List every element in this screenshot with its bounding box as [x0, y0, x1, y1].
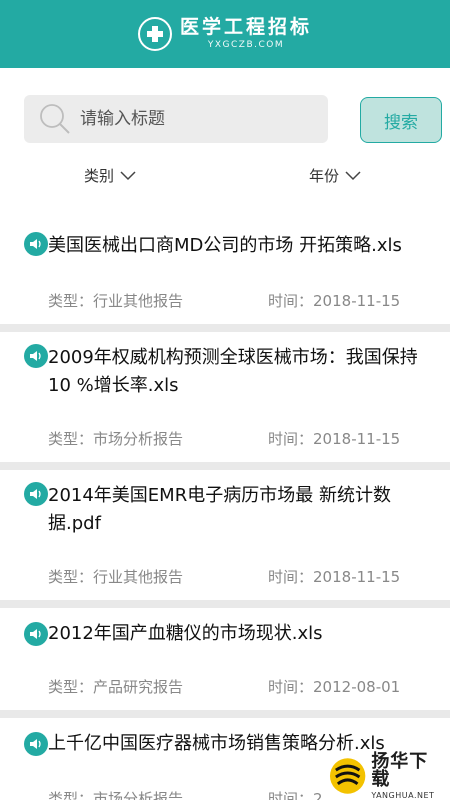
- list-item[interactable]: 2012年国产血糖仪的市场现状.xls 类型：产品研究报告 时间：2012-08…: [0, 608, 450, 710]
- search-input[interactable]: [80, 109, 300, 129]
- type-label: 类型：: [48, 568, 94, 586]
- time-value: 2012-08-01: [313, 678, 401, 696]
- category-filter-label: 类别: [84, 167, 115, 185]
- type-value: 产品研究报告: [93, 678, 184, 696]
- type-label: 类型：: [48, 292, 94, 310]
- speaker-icon: [24, 482, 48, 506]
- site-logo: 医学工程招标 YXGCZB.COM: [137, 16, 312, 51]
- search-button[interactable]: 搜索: [360, 97, 442, 143]
- watermark-logo: 扬华下载 YANGHUA.NET: [328, 750, 446, 800]
- medical-cross-icon: [137, 17, 172, 51]
- search-bar: 搜索: [0, 95, 450, 145]
- item-type: 类型：市场分析报告: [48, 788, 183, 800]
- time-value: 2: [313, 790, 323, 800]
- logo-subtitle: YXGCZB.COM: [207, 40, 285, 50]
- type-value: 市场分析报告: [93, 430, 184, 448]
- swirl-logo-icon: [329, 758, 366, 794]
- type-value: 市场分析报告: [93, 790, 184, 800]
- speaker-icon: [24, 732, 48, 756]
- time-label: 时间：: [268, 790, 314, 800]
- item-type: 类型：产品研究报告: [48, 676, 183, 697]
- logo-title: 医学工程招标: [179, 16, 312, 38]
- report-list: 美国医械出口商MD公司的市场 开拓策略.xls 类型：行业其他报告 时间：201…: [0, 208, 450, 800]
- type-label: 类型：: [48, 678, 94, 696]
- divider: [0, 600, 450, 608]
- filter-bar: 类别 年份: [0, 165, 450, 197]
- time-label: 时间：: [268, 292, 314, 310]
- year-filter-label: 年份: [309, 167, 340, 185]
- time-value: 2018-11-15: [313, 430, 401, 448]
- item-time: 时间：2018-11-15: [268, 566, 400, 587]
- watermark-text: 扬华下载: [371, 750, 429, 790]
- app-header: 医学工程招标 YXGCZB.COM: [0, 0, 450, 68]
- time-label: 时间：: [268, 568, 314, 586]
- item-time: 时间：2018-11-15: [268, 428, 400, 449]
- time-value: 2018-11-15: [313, 292, 401, 310]
- divider: [0, 710, 450, 718]
- time-label: 时间：: [268, 678, 314, 696]
- watermark-subtext: YANGHUA.NET: [371, 790, 435, 800]
- item-time: 时间：2018-11-15: [268, 290, 400, 311]
- item-time: 时间：2: [268, 788, 323, 800]
- item-time: 时间：2012-08-01: [268, 676, 400, 697]
- item-title: 2012年国产血糖仪的市场现状.xls: [48, 623, 323, 644]
- year-filter[interactable]: 年份: [309, 165, 361, 186]
- type-label: 类型：: [48, 430, 94, 448]
- time-value: 2018-11-15: [313, 568, 401, 586]
- search-field[interactable]: [24, 95, 328, 143]
- type-value: 行业其他报告: [93, 292, 184, 310]
- divider: [0, 324, 450, 332]
- type-value: 行业其他报告: [93, 568, 184, 586]
- category-filter[interactable]: 类别: [84, 165, 136, 186]
- type-label: 类型：: [48, 790, 94, 800]
- chevron-down-icon: [120, 170, 136, 180]
- time-label: 时间：: [268, 430, 314, 448]
- chevron-down-icon: [345, 170, 361, 180]
- item-title: 2014年美国EMR电子病历市场最 新统计数据.pdf: [48, 485, 391, 534]
- item-type: 类型：行业其他报告: [48, 566, 183, 587]
- item-title: 美国医械出口商MD公司的市场 开拓策略.xls: [48, 235, 402, 256]
- item-title: 2009年权威机构预测全球医械市场：我国保持10 %增长率.xls: [48, 347, 418, 396]
- speaker-icon: [24, 622, 48, 646]
- item-type: 类型：行业其他报告: [48, 290, 183, 311]
- list-item[interactable]: 2014年美国EMR电子病历市场最 新统计数据.pdf 类型：行业其他报告 时间…: [0, 470, 450, 600]
- speaker-icon: [24, 344, 48, 368]
- list-item[interactable]: 2009年权威机构预测全球医械市场：我国保持10 %增长率.xls 类型：市场分…: [0, 332, 450, 462]
- divider: [0, 462, 450, 470]
- list-item[interactable]: 美国医械出口商MD公司的市场 开拓策略.xls 类型：行业其他报告 时间：201…: [0, 208, 450, 324]
- speaker-icon: [24, 232, 48, 256]
- item-type: 类型：市场分析报告: [48, 428, 183, 449]
- search-icon: [40, 104, 70, 134]
